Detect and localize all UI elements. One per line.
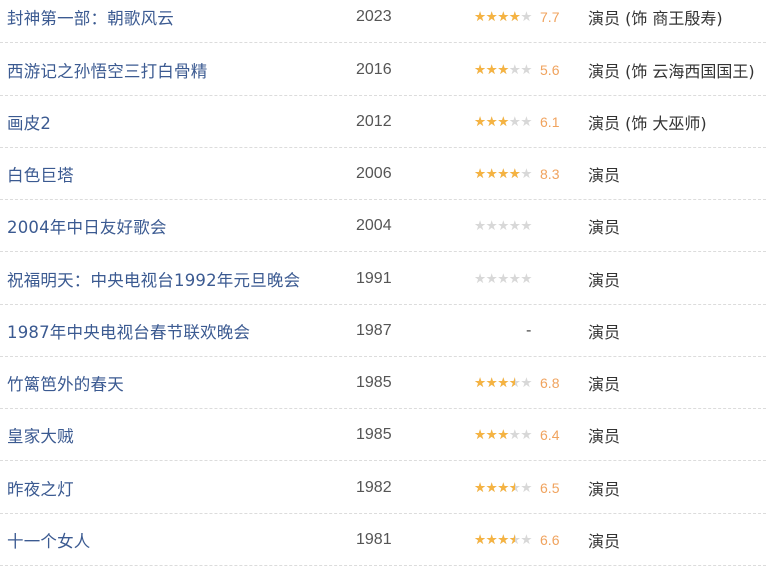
- star-rating-icon: ★★★★★★★★★★: [474, 426, 533, 443]
- film-title-link[interactable]: 画皮2: [7, 96, 51, 147]
- list-item: 2004年中日友好歌会 2004 ★★★★★★★★★★ 演员: [0, 200, 766, 252]
- film-role: 演员 (饰 云海西国国王): [588, 61, 755, 81]
- film-year: 2006: [356, 164, 392, 182]
- film-year: 1982: [356, 478, 392, 496]
- film-year: 2016: [356, 60, 392, 78]
- star-rating-icon: ★★★★★★★★★★: [474, 531, 533, 548]
- list-item: 封神第一部：朝歌风云 2023 ★★★★★★★★★★ 7.7 演员 (饰 商王殷寿): [0, 0, 766, 43]
- list-item: 皇家大贼 1985 ★★★★★★★★★★ 6.4 演员: [0, 409, 766, 461]
- film-title-link[interactable]: 竹篱笆外的春天: [7, 357, 124, 408]
- film-title-link[interactable]: 昨夜之灯: [7, 462, 74, 513]
- rating-score: 5.6: [540, 61, 560, 78]
- rating-score: 6.8: [540, 374, 560, 391]
- list-item: 昨夜之灯 1982 ★★★★★★★★★★ 6.5 演员: [0, 462, 766, 514]
- film-title-link[interactable]: 2004年中日友好歌会: [7, 200, 167, 251]
- rating: ★★★★★★★★★★ 8.3: [474, 148, 578, 199]
- rating-score: 7.7: [540, 8, 560, 25]
- film-role: 演员: [588, 479, 621, 499]
- film-title-link[interactable]: 西游记之孙悟空三打白骨精: [7, 44, 207, 95]
- star-rating-icon: ★★★★★★★★★★: [474, 374, 533, 391]
- film-year: 1987: [356, 321, 392, 339]
- list-item: 祝福明天：中央电视台1992年元旦晚会 1991 ★★★★★★★★★★ 演员: [0, 253, 766, 305]
- film-year: 2012: [356, 112, 392, 130]
- film-title-link[interactable]: 白色巨塔: [7, 148, 74, 199]
- rating-score: 8.3: [540, 165, 560, 182]
- star-rating-icon: ★★★★★★★★★★: [474, 165, 533, 182]
- film-year: 1991: [356, 269, 392, 287]
- rating-score: 6.1: [540, 113, 560, 130]
- rating-score: 6.6: [540, 531, 560, 548]
- film-title-link[interactable]: 祝福明天：中央电视台1992年元旦晚会: [7, 253, 300, 304]
- film-role: 演员: [588, 322, 621, 342]
- no-rating-dash: -: [526, 320, 532, 339]
- rating: ★★★★★★★★★★: [474, 253, 578, 304]
- rating: ★★★★★★★★★★ 7.7: [474, 0, 578, 42]
- rating: ★★★★★★★★★★ 6.8: [474, 357, 578, 408]
- film-year: 2004: [356, 216, 392, 234]
- rating: ★★★★★★★★★★ 5.6: [474, 44, 578, 95]
- film-role: 演员: [588, 165, 621, 185]
- film-role: 演员: [588, 531, 621, 551]
- list-item: 1987年中央电视台春节联欢晚会 1987 - 演员: [0, 305, 766, 357]
- film-role: 演员: [588, 217, 621, 237]
- film-role: 演员: [588, 270, 621, 290]
- film-title-link[interactable]: 1987年中央电视台春节联欢晚会: [7, 305, 250, 356]
- rating: ★★★★★★★★★★ 6.1: [474, 96, 578, 147]
- film-title-link[interactable]: 皇家大贼: [7, 409, 74, 460]
- rating: ★★★★★★★★★★: [474, 200, 578, 251]
- film-role: 演员 (饰 大巫师): [588, 113, 707, 133]
- film-role: 演员 (饰 商王殷寿): [588, 8, 723, 28]
- star-rating-icon: ★★★★★★★★★★: [474, 217, 533, 234]
- list-item: 竹篱笆外的春天 1985 ★★★★★★★★★★ 6.8 演员: [0, 357, 766, 409]
- film-role: 演员: [588, 374, 621, 394]
- rating: ★★★★★★★★★★ 6.4: [474, 409, 578, 460]
- film-title-link[interactable]: 封神第一部：朝歌风云: [7, 0, 174, 42]
- film-role: 演员: [588, 426, 621, 446]
- film-title-link[interactable]: 十一个女人: [7, 514, 91, 565]
- rating-score: 6.4: [540, 426, 560, 443]
- list-item: 画皮2 2012 ★★★★★★★★★★ 6.1 演员 (饰 大巫师): [0, 96, 766, 148]
- star-rating-icon: ★★★★★★★★★★: [474, 8, 533, 25]
- list-item: 白色巨塔 2006 ★★★★★★★★★★ 8.3 演员: [0, 148, 766, 200]
- film-year: 1985: [356, 425, 392, 443]
- film-year: 1981: [356, 530, 392, 548]
- star-rating-icon: ★★★★★★★★★★: [474, 113, 533, 130]
- star-rating-icon: ★★★★★★★★★★: [474, 61, 533, 78]
- rating: -: [474, 305, 578, 356]
- star-rating-icon: ★★★★★★★★★★: [474, 479, 533, 496]
- film-year: 2023: [356, 7, 392, 25]
- filmography-list: 封神第一部：朝歌风云 2023 ★★★★★★★★★★ 7.7 演员 (饰 商王殷寿) 西游…: [0, 0, 773, 566]
- list-item: 西游记之孙悟空三打白骨精 2016 ★★★★★★★★★★ 5.6 演员 (饰 云海西国国…: [0, 44, 766, 96]
- film-year: 1985: [356, 373, 392, 391]
- list-item: 十一个女人 1981 ★★★★★★★★★★ 6.6 演员: [0, 514, 766, 566]
- rating-score: 6.5: [540, 479, 560, 496]
- star-rating-icon: ★★★★★★★★★★: [474, 270, 533, 287]
- rating: ★★★★★★★★★★ 6.5: [474, 462, 578, 513]
- rating: ★★★★★★★★★★ 6.6: [474, 514, 578, 565]
